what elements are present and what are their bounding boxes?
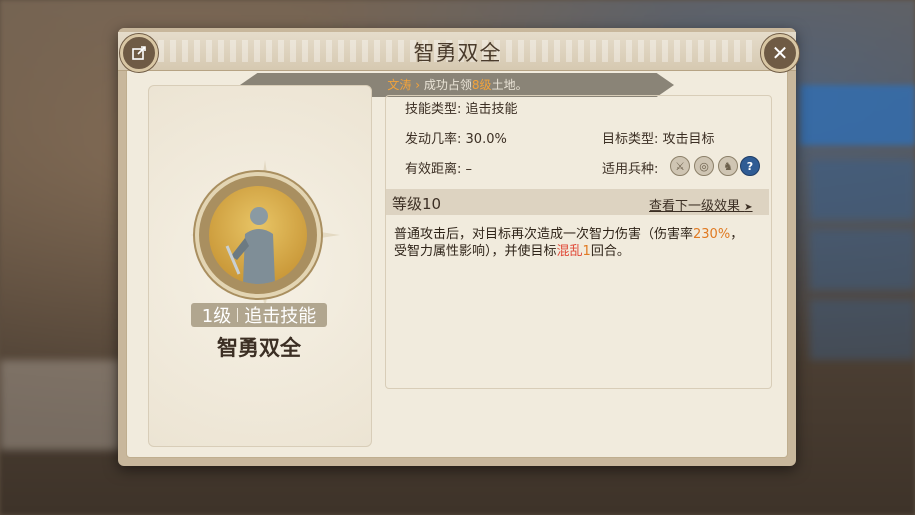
share-icon <box>132 46 146 60</box>
acquire-hero: 文涛 <box>387 78 412 92</box>
bow-unit-icon[interactable]: ◎ <box>694 156 714 176</box>
share-button[interactable] <box>120 34 158 72</box>
acquire-text-before: 成功占领 <box>423 78 472 92</box>
skill-type-badge: 追击技能 <box>244 306 317 327</box>
background-menu-item <box>800 85 915 145</box>
skill-name: 智勇双全 <box>217 336 301 360</box>
desc-part1: 普通攻击后，对目标再次造成一次智力伤害（伤害率 <box>394 227 694 242</box>
damage-rate: 230% <box>693 227 731 242</box>
trigger-rate-label: 发动几率: <box>405 132 462 147</box>
next-level-text: 查看下一级效果 <box>649 199 741 214</box>
target-type-label: 目标类型: <box>602 132 659 147</box>
range-row: 有效距离: – <box>405 158 472 177</box>
background-card <box>0 360 120 450</box>
cavalry-unit-icon[interactable]: ♞ <box>718 156 738 176</box>
skill-portrait <box>209 186 307 284</box>
status-effect: 混乱 <box>556 244 583 259</box>
acquire-text: 文涛 › 成功占领8级土地。 <box>0 76 915 93</box>
close-icon: ✕ <box>771 41 789 65</box>
unit-type-label: 适用兵种: <box>602 162 659 177</box>
background-menu-item <box>810 230 915 290</box>
acquire-arrow: › <box>415 78 421 92</box>
help-icon[interactable]: ? <box>740 156 760 176</box>
skill-type-label: 技能类型: <box>405 102 462 117</box>
next-level-link[interactable]: 查看下一级效果 ➤ <box>649 195 753 214</box>
desc-part3: 回合。 <box>590 244 630 259</box>
target-type-value: 攻击目标 <box>662 132 715 147</box>
range-label: 有效距离: <box>405 162 462 177</box>
trigger-rate-row: 发动几率: 30.0% <box>405 128 507 147</box>
sword-unit-icon[interactable]: ⚔ <box>670 156 690 176</box>
trigger-rate-value: 30.0% <box>465 132 507 147</box>
status-rounds: 1 <box>582 244 591 259</box>
badge-divider <box>237 308 239 322</box>
skill-level-badge: 1级 追击技能 <box>191 303 327 327</box>
arrow-right-icon: ➤ <box>744 202 753 213</box>
warrior-figure-icon <box>225 207 275 284</box>
background-menu-item <box>810 160 915 220</box>
close-button[interactable]: ✕ <box>761 34 799 72</box>
skill-level: 1级 <box>201 306 232 327</box>
background-menu-item <box>810 300 915 360</box>
acquire-level: 8级 <box>471 78 492 92</box>
skill-description: 普通攻击后，对目标再次造成一次智力伤害（伤害率230%，受智力属性影响），并使目… <box>394 226 754 260</box>
current-level: 等级10 <box>392 195 442 213</box>
skill-type-value: 追击技能 <box>465 102 518 117</box>
acquire-text-after: 土地。 <box>491 78 528 92</box>
range-value: – <box>465 162 473 177</box>
skill-type-row: 技能类型: 追击技能 <box>405 98 518 117</box>
target-type-row: 目标类型: 攻击目标 <box>602 128 715 147</box>
